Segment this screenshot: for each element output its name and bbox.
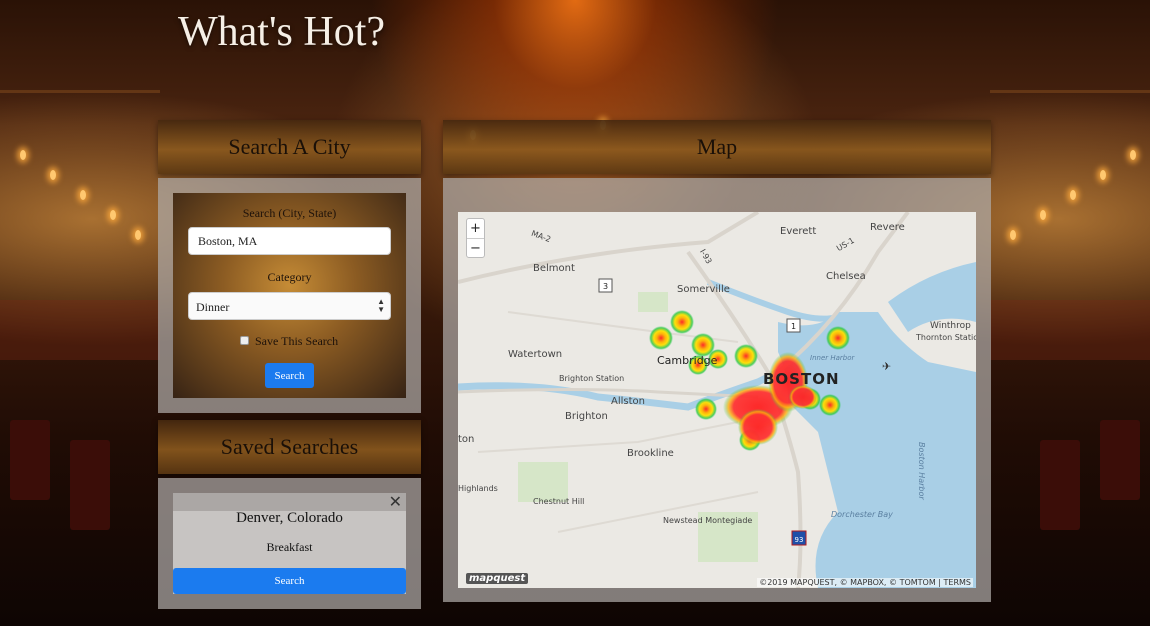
map-label-revere: Revere: [870, 222, 905, 233]
bar-shelf: [0, 300, 160, 360]
bar-shelf: [990, 90, 1150, 93]
map-label-chestnut-hill: Chestnut Hill: [533, 497, 585, 506]
map-label-thornton: Thornton Statio: [916, 333, 976, 342]
map-label-brighton-station: Brighton Station: [559, 374, 625, 383]
bar-stool: [1100, 420, 1140, 500]
svg-text:1: 1: [791, 322, 796, 331]
saved-card-topbar: [173, 493, 406, 511]
save-search-label: Save This Search: [255, 334, 339, 348]
pendant-light: [1040, 210, 1046, 220]
category-selected-value: Dinner: [196, 300, 230, 314]
pendant-light: [1010, 230, 1016, 240]
route-shield-3: 3: [598, 278, 613, 293]
map-label-brighton: Brighton: [565, 411, 608, 422]
map-label-belmont: Belmont: [533, 263, 575, 274]
map-label-highlands: Highlands: [458, 484, 498, 493]
map-label-dorchester-bay: Dorchester Bay: [831, 510, 893, 519]
search-panel-header: Search A City: [158, 120, 421, 174]
map-label-cambridge: Cambridge: [657, 354, 718, 367]
harbor-water: [778, 312, 976, 588]
page-title: What's Hot?: [178, 9, 386, 55]
category-select[interactable]: Dinner ▲ ▼: [188, 292, 391, 320]
map-label-brookline: Brookline: [627, 448, 674, 459]
map-panel-title: Map: [696, 134, 738, 159]
close-icon[interactable]: ✕: [389, 492, 402, 511]
search-button[interactable]: Search: [265, 363, 314, 388]
save-search-checkbox[interactable]: [240, 336, 249, 345]
map-attribution[interactable]: ©2019 MAPQUEST, © MAPBOX, © TOMTOM | TER…: [757, 578, 973, 587]
bar-stool: [10, 420, 50, 500]
map-label-everett: Everett: [780, 226, 817, 237]
map-label-watertown: Watertown: [508, 349, 563, 360]
heat-map[interactable]: 3 1 93 ✈ + − Everett Revere Belmont Some…: [458, 212, 976, 588]
street: [477, 421, 739, 453]
pendant-light: [135, 230, 141, 240]
svg-text:3: 3: [603, 282, 608, 291]
zoom-out-button[interactable]: −: [467, 238, 484, 257]
map-label-allston: Allston: [611, 396, 645, 407]
svg-text:93: 93: [795, 536, 804, 544]
saved-panel-title: Saved Searches: [220, 434, 359, 459]
zoom-in-button[interactable]: +: [467, 219, 484, 238]
search-form: Search (City, State) Boston, MA Category…: [173, 193, 406, 398]
pendant-light: [110, 210, 116, 220]
park-area: [518, 462, 568, 502]
saved-search-card: ✕ Denver, Colorado Breakfast Search: [173, 492, 406, 594]
category-label: Category: [267, 270, 312, 284]
map-label-boston: BOSTON: [763, 370, 840, 388]
saved-search-button[interactable]: Search: [173, 568, 406, 594]
map-label-boston-harbor: Boston Harbor: [917, 442, 926, 500]
map-label-inner-harbor: Inner Harbor: [810, 354, 855, 362]
saved-category: Breakfast: [266, 540, 313, 554]
map-label-ton: ton: [458, 434, 475, 445]
bar-shelf: [0, 90, 160, 93]
bar-stool: [70, 440, 110, 530]
map-label-newstead: Newstead Montegiade: [663, 516, 753, 525]
search-panel-title: Search A City: [228, 134, 351, 159]
pendant-light: [1100, 170, 1106, 180]
select-arrows-icon: ▲ ▼: [377, 297, 385, 314]
map-label-winthrop: Winthrop: [930, 321, 971, 331]
map-label-chelsea: Chelsea: [826, 271, 866, 282]
highway: [458, 212, 760, 284]
pendant-light: [50, 170, 56, 180]
saved-city: Denver, Colorado: [236, 510, 343, 526]
pendant-light: [1070, 190, 1076, 200]
route-shield-1: 1: [786, 318, 801, 333]
route-shield-93: 93: [791, 530, 807, 546]
location-label: Search (City, State): [242, 206, 337, 220]
pendant-light: [20, 150, 26, 160]
saved-panel-header: Saved Searches: [158, 420, 421, 474]
zoom-control: + −: [466, 218, 485, 258]
park-area: [638, 292, 668, 312]
bar-shelf: [990, 300, 1150, 360]
map-panel-header: Map: [443, 120, 991, 174]
bar-stool: [1040, 440, 1080, 530]
location-input[interactable]: Boston, MA: [188, 227, 391, 255]
pendant-light: [1130, 150, 1136, 160]
airport-icon: ✈: [882, 360, 891, 373]
mapquest-logo: mapquest: [466, 573, 529, 584]
map-label-somerville: Somerville: [677, 284, 730, 295]
pendant-light: [80, 190, 86, 200]
